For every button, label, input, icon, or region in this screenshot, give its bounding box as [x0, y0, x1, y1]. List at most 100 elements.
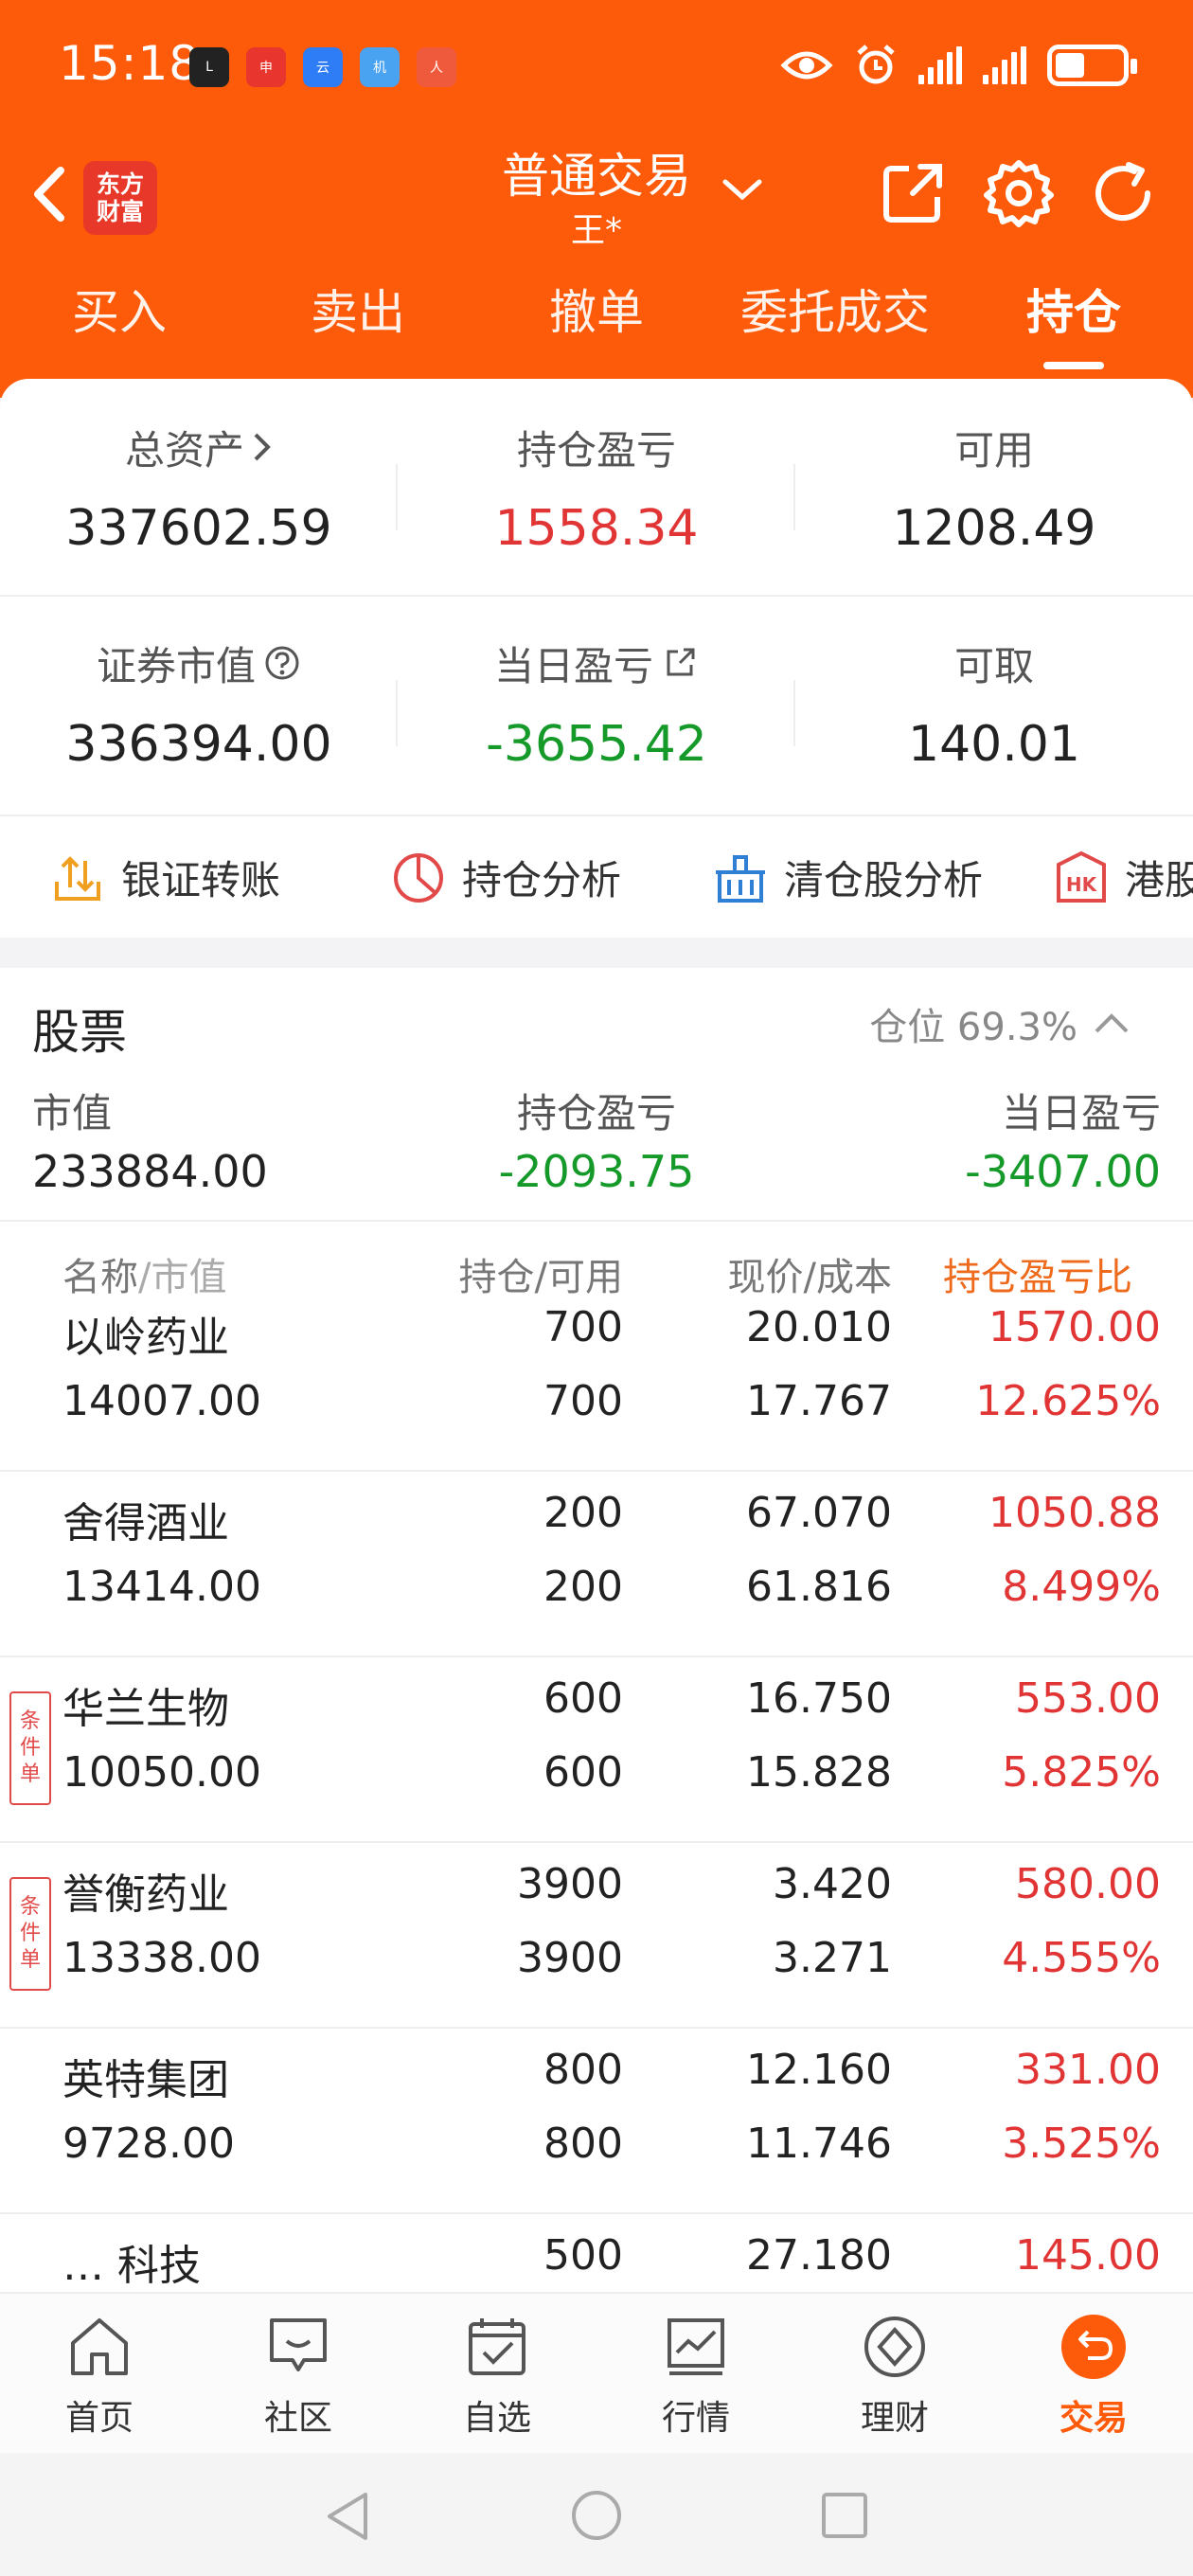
holding-row[interactable]: 英特集团 9728.00 800 800 12.160 11.746 331.00 3.525…	[0, 2029, 1193, 2214]
withdrawable-funds: 可取 140.01	[795, 636, 1193, 774]
nav-trade[interactable]: 交易	[994, 2311, 1193, 2440]
stock-cost: 15.828	[746, 1748, 892, 1797]
stock-available-qty: 800	[543, 2120, 623, 2168]
divider	[0, 595, 1193, 597]
stock-pl-pct: 4.555%	[1002, 1934, 1161, 1982]
nav-home[interactable]: 首页	[0, 2311, 199, 2440]
account-summary-card: 总资产 337602.59 持仓盈亏 1558.34 可用 1208.49 证券…	[0, 379, 1193, 938]
stock-cost: 17.767	[746, 1377, 892, 1425]
status-indicators	[780, 44, 1137, 87]
available-value: 1208.49	[892, 500, 1096, 557]
stock-market-value: 13338.00	[62, 1934, 261, 1982]
stock-holding-qty: 500	[543, 2231, 623, 2280]
basket-icon	[716, 854, 765, 903]
tab-sell[interactable]: 卖出	[239, 275, 477, 343]
system-home-icon[interactable]	[570, 2489, 623, 2542]
holding-row[interactable]: 以岭药业 14007.00 700 700 20.010 17.767 1570.00 12.…	[0, 1286, 1193, 1472]
stock-holding-qty: 800	[543, 2046, 623, 2094]
stock-pl: 1050.88	[988, 1489, 1161, 1537]
notification-app-icon: 申	[246, 47, 286, 87]
holding-row[interactable]: … 科技 500 27.180 145.00	[0, 2214, 1193, 2292]
section-daily-pl-label: 当日盈亏	[1001, 1090, 1161, 1136]
share-icon[interactable]	[875, 155, 951, 231]
nav-market[interactable]: 行情	[596, 2311, 795, 2440]
stock-pl: 1570.00	[988, 1303, 1161, 1351]
stock-available-qty: 600	[543, 1748, 623, 1797]
daily-pl-value: -3655.42	[486, 716, 707, 773]
position-ratio-toggle[interactable]: 仓位 69.3%	[869, 996, 1131, 1051]
stock-market-value: 13414.00	[62, 1563, 261, 1611]
transfer-icon	[55, 855, 100, 901]
active-tab-indicator	[1043, 362, 1104, 369]
position-ratio: 仓位 69.3%	[869, 1006, 1077, 1049]
conditional-order-badge[interactable]: 条件单	[9, 1691, 51, 1805]
holding-row[interactable]: 华兰生物 10050.00 600 600 16.750 15.828 553.00 5.82…	[0, 1657, 1193, 1843]
status-time: 15:18	[59, 36, 201, 91]
app-header: 15:18 L 申 云 机 人 东方 财富 普通交易 王* 买入 卖出 撤单 委…	[0, 0, 1193, 398]
tab-positions[interactable]: 持仓	[954, 275, 1193, 343]
stock-pl: 145.00	[1015, 2231, 1161, 2280]
help-icon[interactable]	[263, 644, 301, 682]
status-app-icons: L 申 云 机 人	[189, 47, 456, 87]
stock-price: 67.070	[746, 1489, 892, 1537]
stock-cost: 61.816	[746, 1563, 892, 1611]
refresh-icon[interactable]	[1085, 155, 1161, 231]
stock-available-qty: 700	[543, 1377, 623, 1425]
system-nav-bar	[0, 2453, 1193, 2576]
chevron-down-icon[interactable]	[720, 170, 765, 208]
stock-name: 以岭药业	[62, 1314, 229, 1362]
external-link-icon[interactable]	[661, 644, 699, 682]
system-back-icon[interactable]	[322, 2489, 373, 2544]
diamond-icon	[864, 2317, 925, 2377]
bank-transfer-button[interactable]: 银证转账	[49, 849, 280, 906]
available-funds: 可用 1208.49	[795, 420, 1193, 558]
section-daily-pl: -3407.00	[965, 1146, 1161, 1197]
market-value-label: 证券市值	[96, 642, 256, 689]
gear-icon[interactable]	[981, 155, 1057, 231]
stock-pl-pct: 8.499%	[1002, 1563, 1161, 1611]
notification-app-icon: 人	[417, 47, 456, 87]
alarm-icon	[857, 45, 895, 84]
home-icon	[71, 2318, 128, 2375]
withdrawable-value: 140.01	[908, 716, 1080, 773]
quick-tools: 银证转账 持仓分析 清仓股分析 HK 港股	[0, 816, 1193, 938]
hk-stock-button[interactable]: HK 港股	[1053, 849, 1193, 906]
tab-orders[interactable]: 委托成交	[716, 275, 954, 343]
tab-cancel-order[interactable]: 撤单	[477, 275, 716, 343]
checkbox-icon	[469, 2318, 525, 2375]
system-recents-icon[interactable]	[820, 2491, 869, 2540]
daily-pl[interactable]: 当日盈亏 -3655.42	[398, 636, 795, 774]
market-value-value: 336394.00	[65, 716, 332, 773]
total-assets-label: 总资产	[124, 426, 244, 474]
conditional-order-badge[interactable]: 条件单	[9, 1877, 51, 1991]
stock-holding-qty: 3900	[517, 1860, 623, 1908]
signal-icon	[918, 46, 962, 84]
stock-pl: 553.00	[1015, 1674, 1161, 1723]
chat-icon	[270, 2318, 327, 2371]
holding-row[interactable]: 誉衡药业 13338.00 3900 3900 3.420 3.271 580.00 4.55…	[0, 1843, 1193, 2029]
stock-name: 舍得酒业	[62, 1499, 229, 1547]
pie-chart-icon	[394, 852, 443, 903]
nav-wealth[interactable]: 理财	[795, 2311, 994, 2440]
nav-watchlist[interactable]: 自选	[398, 2311, 596, 2440]
stock-price: 16.750	[746, 1674, 892, 1723]
daily-pl-label: 当日盈亏	[493, 642, 653, 689]
top-nav: 东方 财富 普通交易 王*	[0, 133, 1193, 256]
total-assets[interactable]: 总资产 337602.59	[0, 420, 398, 558]
cleared-stock-analysis-button[interactable]: 清仓股分析	[712, 849, 983, 906]
stock-pl-pct: 3.525%	[1002, 2120, 1161, 2168]
stock-pl: 331.00	[1015, 2046, 1161, 2094]
position-pl-label: 持仓盈亏	[516, 426, 676, 474]
withdrawable-label: 可取	[953, 642, 1034, 689]
tab-buy[interactable]: 买入	[0, 275, 239, 343]
holding-row[interactable]: 舍得酒业 13414.00 200 200 67.070 61.816 1050.88 8.4…	[0, 1472, 1193, 1657]
notification-app-icon: 云	[303, 47, 343, 87]
stock-holding-qty: 600	[543, 1674, 623, 1723]
stock-available-qty: 200	[543, 1563, 623, 1611]
stock-holding-qty: 200	[543, 1489, 623, 1537]
signal-icon	[983, 46, 1026, 84]
nav-community[interactable]: 社区	[199, 2311, 398, 2440]
position-analysis-button[interactable]: 持仓分析	[390, 849, 621, 906]
stock-name: 誉衡药业	[62, 1870, 229, 1919]
hk-icon: HK	[1057, 850, 1106, 903]
